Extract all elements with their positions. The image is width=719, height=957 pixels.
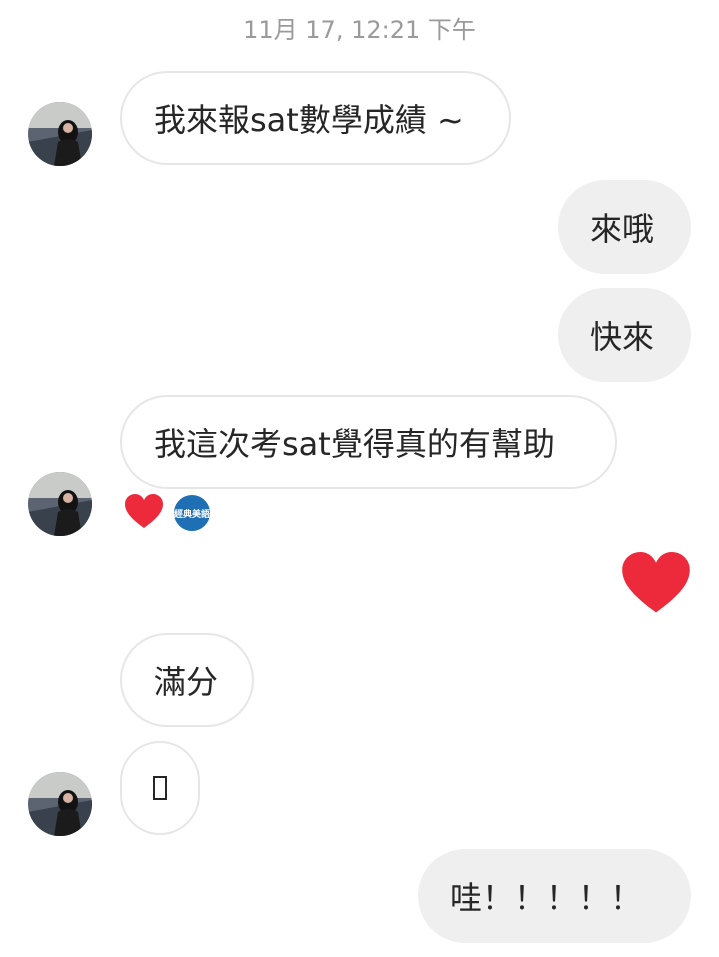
message-text: 我這次考sat覺得真的有幫助	[154, 425, 555, 463]
incoming-message-bubble[interactable]: 我來報sat數學成績 ~	[120, 71, 511, 165]
message-text: 來哦	[590, 210, 655, 248]
message-timestamp: 11月 17, 12:21 下午	[243, 16, 476, 44]
missing-glyph-icon	[153, 776, 167, 800]
message-text: 滿分	[154, 663, 219, 701]
brand-badge-icon[interactable]: 經典美語	[172, 493, 212, 533]
avatar-image	[28, 772, 92, 836]
message-text: 快來	[590, 318, 655, 356]
heart-sticker-icon[interactable]	[620, 552, 692, 616]
message-text: 我來報sat數學成績 ~	[154, 101, 464, 139]
outgoing-message-bubble[interactable]: 哇！！！！！	[418, 849, 691, 943]
outgoing-message-bubble[interactable]: 快來	[558, 288, 691, 382]
sender-avatar[interactable]	[28, 772, 92, 836]
sender-avatar[interactable]	[28, 472, 92, 536]
incoming-message-bubble[interactable]: 我這次考sat覺得真的有幫助	[120, 395, 617, 489]
badge-label: 經典美語	[174, 509, 211, 520]
heart-icon[interactable]	[124, 494, 164, 530]
avatar-image	[28, 472, 92, 536]
avatar-image	[28, 102, 92, 166]
sender-avatar[interactable]	[28, 102, 92, 166]
outgoing-message-bubble[interactable]: 來哦	[558, 180, 691, 274]
incoming-message-bubble[interactable]	[120, 741, 200, 835]
incoming-message-bubble[interactable]: 滿分	[120, 633, 254, 727]
message-text: 哇！！！！！	[450, 879, 643, 917]
